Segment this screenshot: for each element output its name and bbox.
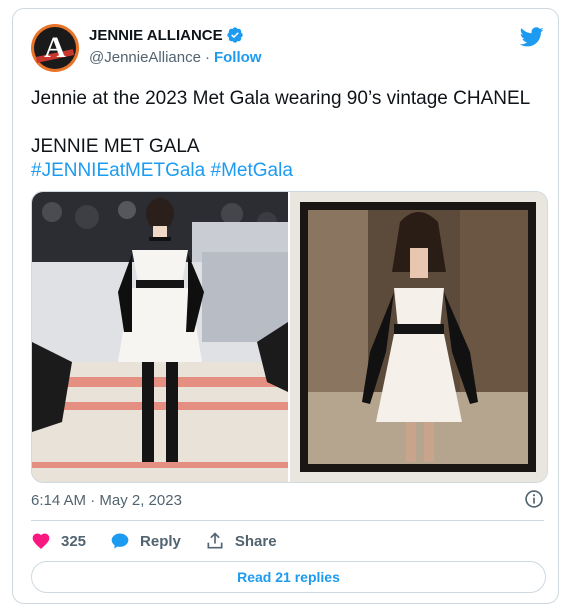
photo-vintage-runway[interactable] bbox=[290, 192, 547, 482]
divider bbox=[31, 520, 544, 521]
reply-label: Reply bbox=[140, 532, 181, 550]
media-grid bbox=[31, 191, 548, 483]
photo-red-carpet[interactable] bbox=[32, 192, 288, 482]
avatar-logo: A bbox=[34, 27, 76, 69]
like-button[interactable]: 325 bbox=[31, 531, 86, 551]
separator-dot: · bbox=[204, 49, 210, 66]
twitter-bird-icon[interactable] bbox=[520, 25, 544, 49]
share-button[interactable]: Share bbox=[205, 531, 277, 551]
verified-badge-icon bbox=[226, 27, 243, 43]
share-label: Share bbox=[234, 532, 277, 550]
hashtag-met-gala[interactable]: #MetGala bbox=[211, 160, 293, 181]
tweet-card: A JENNIE ALLIANCE @JennieAlliance · Foll… bbox=[12, 8, 559, 604]
avatar-letter: A bbox=[44, 31, 66, 64]
hashtag-row: #JENNIEatMETGala #MetGala bbox=[31, 159, 546, 183]
author-handle-row: @JennieAlliance · Follow bbox=[89, 49, 261, 66]
author-name-row: JENNIE ALLIANCE bbox=[89, 26, 244, 44]
reply-bubble-icon bbox=[111, 533, 129, 549]
tweet-line-1: Jennie at the 2023 Met Gala wearing 90’s… bbox=[31, 88, 531, 109]
tweet-text: Jennie at the 2023 Met Gala wearing 90’s… bbox=[31, 87, 546, 183]
action-bar: 325 Reply Share bbox=[31, 531, 301, 551]
reply-button[interactable]: Reply bbox=[110, 531, 181, 551]
follow-link[interactable]: Follow bbox=[214, 49, 262, 66]
avatar[interactable]: A bbox=[31, 24, 79, 72]
share-upload-icon bbox=[207, 532, 223, 549]
author-handle[interactable]: @JennieAlliance bbox=[89, 49, 201, 66]
heart-icon bbox=[32, 533, 50, 549]
like-count: 325 bbox=[61, 532, 87, 550]
photo-vintage-runway-illustration bbox=[290, 192, 547, 482]
read-replies-button[interactable]: Read 21 replies bbox=[31, 561, 546, 593]
tweet-timestamp[interactable]: 6:14 AM · May 2, 2023 bbox=[31, 492, 182, 509]
hashtag-jennie-met-gala[interactable]: #JENNIEatMETGala bbox=[31, 160, 205, 181]
photo-red-carpet-illustration bbox=[32, 192, 288, 482]
author-display-name[interactable]: JENNIE ALLIANCE bbox=[89, 27, 223, 44]
info-icon[interactable] bbox=[524, 489, 544, 509]
tweet-line-2: JENNIE MET GALA bbox=[31, 136, 200, 157]
